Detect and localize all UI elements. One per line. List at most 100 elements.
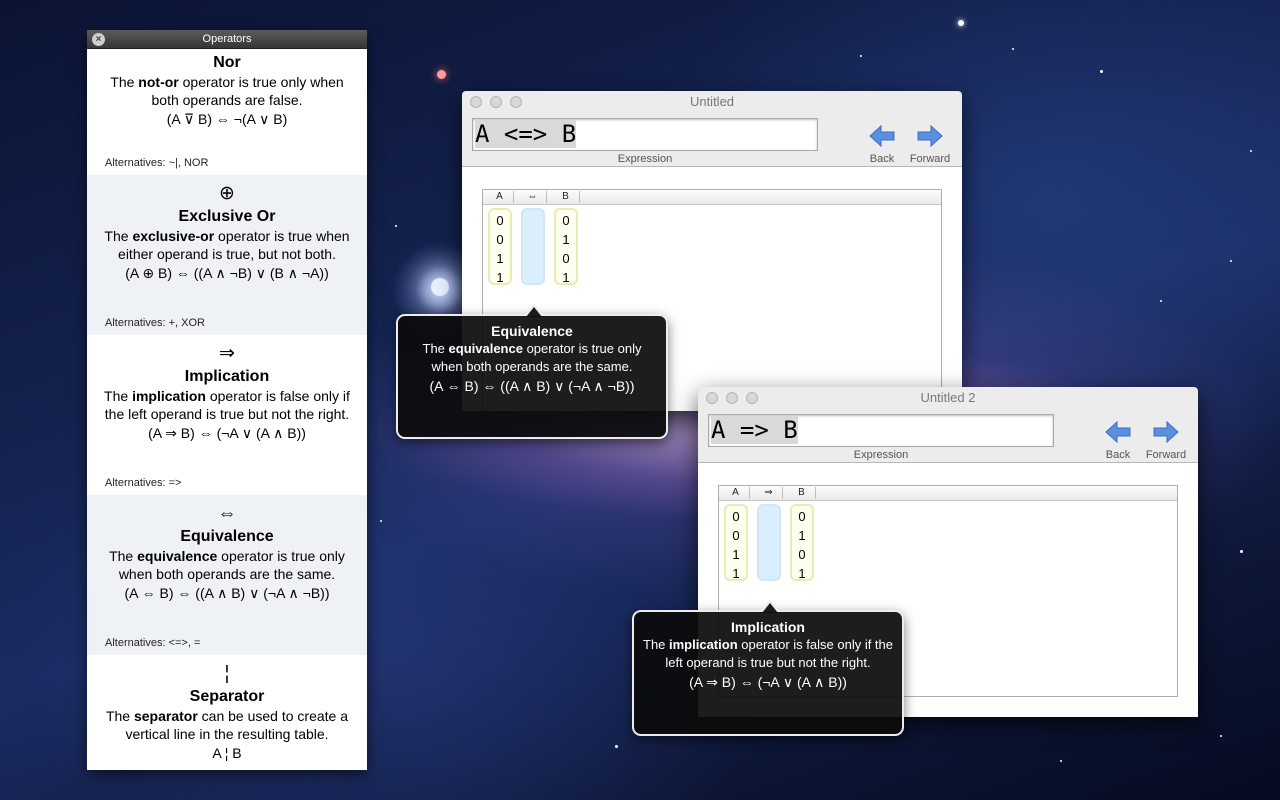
back-label: Back [1105,449,1131,461]
back-arrow-icon [1105,421,1131,443]
operator-section-equivalence[interactable]: ⇔ Equivalence The equivalence operator i… [87,495,367,655]
column-header-b[interactable]: B [788,487,816,499]
window-controls [706,392,758,404]
back-arrow-icon [869,125,895,147]
operators-panel-title: Operators [202,33,252,45]
operator-formula: (A ⇒ B) ⇔ (¬A ∨ (A ∧ B)) [148,425,306,441]
operator-symbol: ¦ [224,663,230,684]
expression-input[interactable]: A <=> B [472,118,818,151]
star [860,55,862,57]
back-label: Back [869,153,895,165]
operator-section-exclusive-or[interactable]: ⊕ Exclusive Or The exclusive-or operator… [87,175,367,335]
star [615,745,618,748]
operator-formula: (A ⊽ B) ⇔ ¬(A ∨ B) [166,111,288,127]
star [395,225,397,227]
column-header-operator[interactable]: ⇔ [519,191,547,203]
operator-description: The implication operator is false only i… [104,388,350,422]
close-button[interactable] [706,392,718,404]
window-title: Untitled 2 [920,390,976,405]
operator-description: The equivalence operator is true only wh… [109,548,345,582]
window-controls [470,96,522,108]
star [1220,735,1222,737]
star [1160,300,1162,302]
operator-formula: (A ⇔ B) ⇔ ((A ∧ B) ∨ (¬A ∧ ¬B)) [124,585,330,601]
forward-arrow-icon [1153,421,1179,443]
tooltip-title: Equivalence [491,323,573,339]
operator-description: The not-or operator is true only when bo… [110,74,344,108]
column-b-values: 0 1 0 1 [790,504,814,581]
star [1250,150,1252,152]
minimize-button[interactable] [726,392,738,404]
minimize-button[interactable] [490,96,502,108]
operator-name: Implication [184,368,270,385]
column-header-a[interactable]: A [722,487,750,499]
expression-text: A => B [711,416,798,444]
operators-panel-titlebar: × Operators [87,30,367,49]
window-title: Untitled [689,94,735,109]
operator-alternatives: Alternatives: => [105,477,182,489]
forward-label: Forward [1145,449,1187,461]
expression-input[interactable]: A => B [708,414,1054,447]
column-a-values: 0 0 1 1 [724,504,748,581]
expression-label: Expression [617,153,673,165]
forward-button[interactable]: Forward [904,125,956,165]
tooltip-formula: (A ⇔ B) ⇔ ((A ∧ B) ∨ (¬A ∧ ¬B)) [429,378,635,394]
star [431,278,449,296]
operator-alternatives: Alternatives: <=>, = [105,637,201,649]
close-button[interactable] [470,96,482,108]
truth-table-header: A ⇒ B [719,486,1177,501]
star [1060,760,1062,762]
window-toolbar: A <=> B Expression Back Forward [462,113,962,167]
star [958,20,964,26]
tooltip-title: Implication [731,619,805,635]
column-b-values: 0 1 0 1 [554,208,578,285]
operator-description: The separator can be used to create a ve… [105,708,349,742]
operator-section-implication[interactable]: ⇒ Implication The implication operator i… [87,335,367,495]
star [380,520,382,522]
star [1100,70,1103,73]
tooltip-description: The implication operator is false only i… [643,637,893,670]
expression-label: Expression [853,449,909,461]
window-toolbar: A => B Expression Back Forward [698,409,1198,463]
operator-tooltip-implication: Implication The implication operator is … [632,600,904,736]
operator-description: The exclusive-or operator is true when e… [104,228,350,262]
result-column [521,208,545,285]
column-header-a[interactable]: A [486,191,514,203]
star [1012,48,1014,50]
forward-arrow-icon [917,125,943,147]
operator-symbol: ⇒ [219,343,235,364]
forward-button[interactable]: Forward [1140,421,1192,461]
tooltip-description: The equivalence operator is true only wh… [422,341,642,374]
column-a-values: 0 0 1 1 [488,208,512,285]
operator-alternatives: Alternatives: +, XOR [105,317,205,329]
operator-section-nor[interactable]: Nor The not-or operator is true only whe… [87,49,367,175]
expression-text: A <=> B [475,120,577,148]
tooltip-formula: (A ⇒ B) ⇔ (¬A ∨ (A ∧ B)) [689,674,847,690]
window-titlebar[interactable]: Untitled [462,91,962,113]
tooltip-arrow [524,304,544,317]
star [1230,260,1232,262]
operator-section-separator[interactable]: ¦ Separator The separator can be used to… [87,655,367,770]
zoom-button[interactable] [510,96,522,108]
operator-name: Nor [213,54,241,71]
operator-name: Exclusive Or [178,208,276,225]
operator-alternatives: Alternatives: ~|, NOR [105,157,209,169]
operator-symbol: ⇔ [217,503,237,524]
operator-formula: A ¦ B [212,745,242,761]
column-header-b[interactable]: B [552,191,580,203]
operator-name: Separator [189,688,265,705]
operator-symbol: ⊕ [219,183,235,204]
back-button[interactable]: Back [1092,421,1144,461]
back-button[interactable]: Back [856,125,908,165]
zoom-button[interactable] [746,392,758,404]
close-icon[interactable]: × [92,33,105,46]
operators-panel: × Operators Nor The not-or operator is t… [87,30,367,770]
window-titlebar[interactable]: Untitled 2 [698,387,1198,409]
result-column [757,504,781,581]
star [1240,550,1243,553]
truth-table-header: A ⇔ B [483,190,941,205]
column-header-operator[interactable]: ⇒ [755,487,783,499]
star [437,70,446,79]
forward-label: Forward [909,153,951,165]
operator-name: Equivalence [180,528,274,545]
